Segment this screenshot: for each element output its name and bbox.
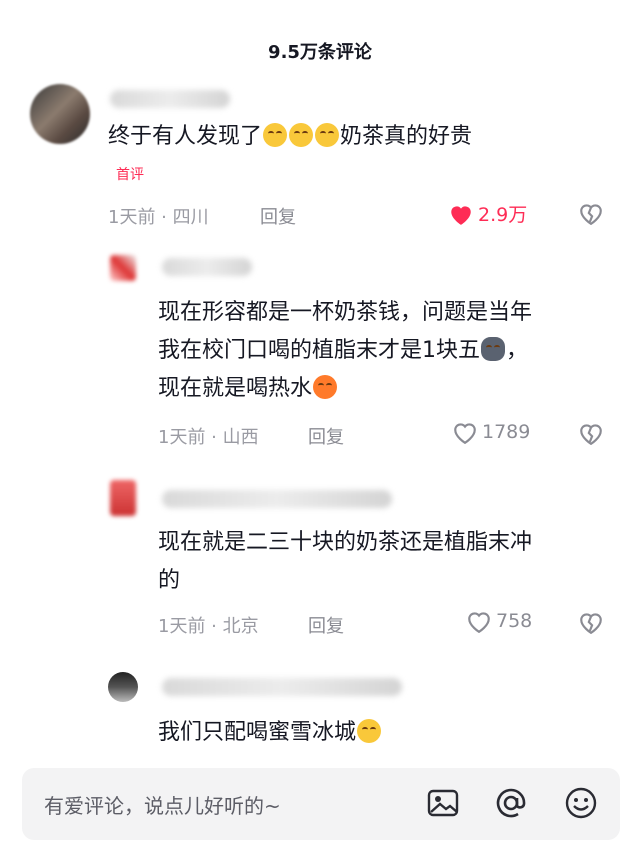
heart-filled-icon [451, 205, 471, 225]
username-blurred[interactable] [162, 678, 402, 696]
hot-face-emoji-icon [313, 375, 338, 399]
dog-emoji-icon [481, 337, 505, 361]
laugh-cry-emoji-icon [289, 123, 314, 147]
avatar[interactable] [110, 480, 136, 516]
at-icon[interactable] [494, 786, 528, 824]
comment-meta: 1天前 · 四川 [108, 207, 209, 228]
like-count: 758 [496, 610, 533, 632]
laugh-cry-emoji-icon [357, 719, 382, 743]
comments-count-title: 9.5万条评论 [268, 42, 372, 63]
emoji-icon[interactable] [564, 786, 598, 824]
broken-heart-icon [580, 613, 602, 635]
comment-text: 现在就是二三十块的奶茶还是植脂末冲 的 [158, 530, 533, 593]
laugh-cry-emoji-icon [315, 123, 340, 147]
comment-text: 终于有人发现了 奶茶真的好贵 [108, 123, 473, 149]
username-blurred[interactable] [162, 258, 252, 276]
dislike-button[interactable] [578, 610, 604, 638]
first-comment-badge: 首评 [116, 167, 144, 183]
dislike-button[interactable] [578, 201, 604, 229]
image-icon[interactable] [426, 786, 460, 824]
avatar[interactable] [108, 672, 138, 702]
broken-heart-icon [580, 204, 602, 226]
like-button[interactable]: 758 [466, 609, 532, 633]
like-button[interactable]: 1789 [452, 420, 530, 444]
comment-text: 我们只配喝蜜雪冰城 [158, 714, 628, 752]
comment-meta: 1天前 · 山西 [158, 427, 259, 448]
like-button[interactable]: 2.9万 [448, 200, 527, 227]
username-blurred[interactable] [162, 490, 392, 508]
avatar[interactable] [30, 84, 90, 144]
comment-input-placeholder[interactable]: 有爱评论，说点儿好听的~ [44, 790, 281, 819]
broken-heart-icon [580, 424, 602, 446]
dislike-button[interactable] [578, 421, 604, 449]
laugh-cry-emoji-icon [263, 123, 288, 147]
heart-outline-icon [454, 423, 476, 444]
reply-button[interactable]: 回复 [308, 612, 344, 638]
like-count: 1789 [482, 421, 531, 443]
comment-text: 现在形容都是一杯奶茶钱，问题是当年 我在校门口喝的植脂末才是1块五， 现在就是喝… [158, 300, 533, 401]
like-count: 2.9万 [478, 204, 528, 226]
username-blurred[interactable] [110, 90, 230, 108]
heart-outline-icon [468, 612, 490, 633]
avatar[interactable] [110, 255, 136, 281]
reply-button[interactable]: 回复 [308, 423, 344, 449]
reply-button[interactable]: 回复 [260, 203, 296, 229]
comment-meta: 1天前 · 北京 [158, 616, 259, 637]
comment-input-bar[interactable]: 有爱评论，说点儿好听的~ [22, 768, 620, 840]
